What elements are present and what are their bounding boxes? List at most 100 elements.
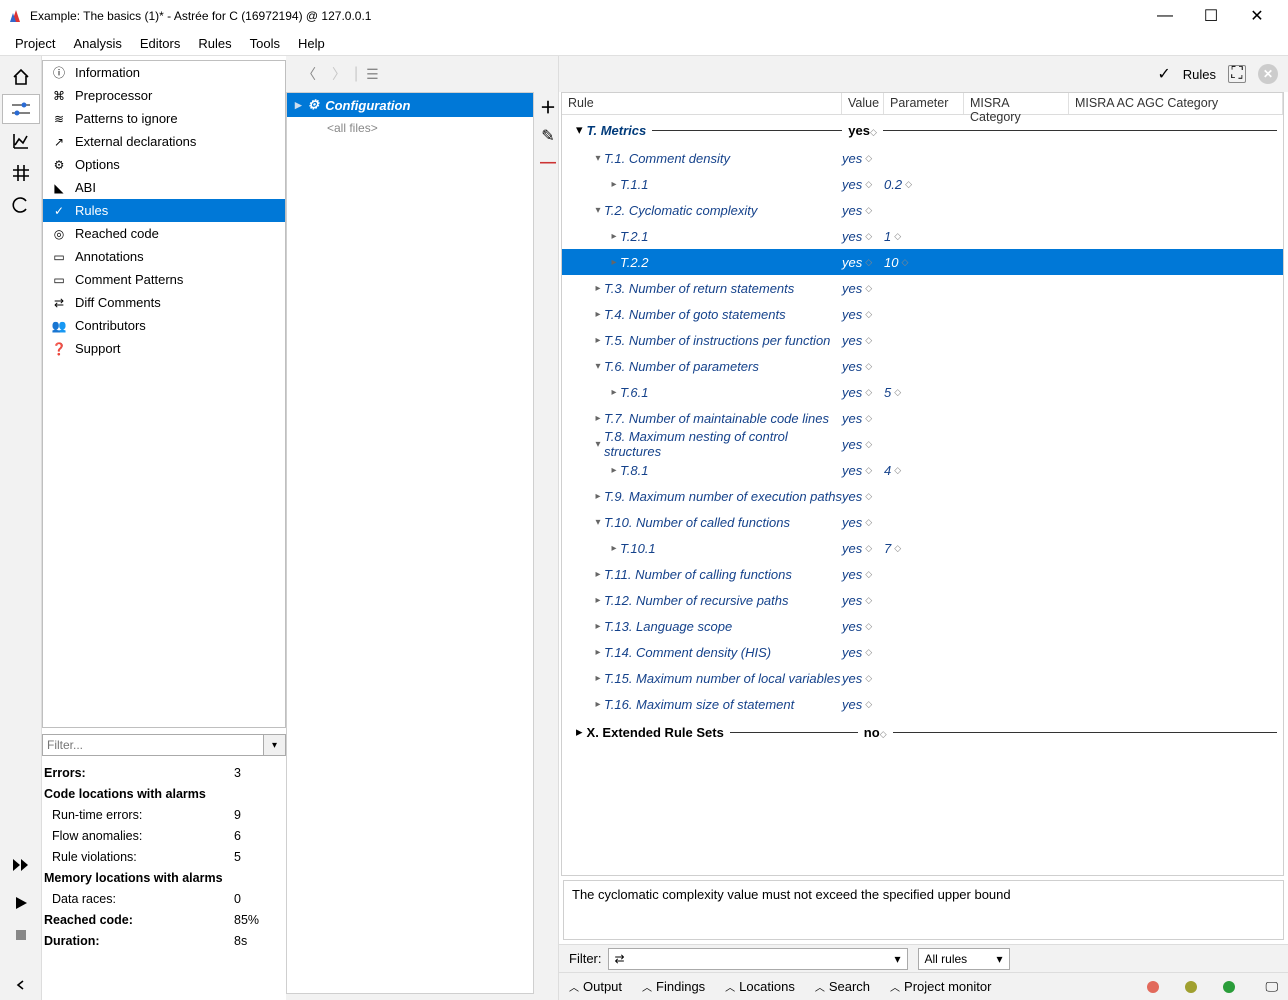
rule-row[interactable]: ▸T.3. Number of return statementsyes◇ (562, 275, 1283, 301)
rule-row[interactable]: ▸T.11. Number of calling functionsyes◇ (562, 561, 1283, 587)
play-icon[interactable] (2, 888, 40, 918)
add-icon[interactable]: ＋ (540, 94, 556, 118)
forward-icon[interactable]: 〉 (324, 64, 354, 84)
col-parameter[interactable]: Parameter (884, 93, 964, 114)
gear-icon: ⚙ (308, 97, 320, 113)
config-files[interactable]: <all files> (287, 117, 533, 139)
check-icon: ✓ (1157, 64, 1170, 84)
menu-rules[interactable]: Rules (189, 34, 240, 53)
rule-row[interactable]: ▸T.5. Number of instructions per functio… (562, 327, 1283, 353)
home-icon[interactable] (2, 62, 40, 92)
close-panel-button[interactable]: ✕ (1258, 64, 1278, 84)
menu-analysis[interactable]: Analysis (64, 34, 130, 53)
monitor-icon[interactable]: 🖵 (1265, 979, 1278, 995)
panel-locations[interactable]: ︿Locations (725, 979, 795, 994)
nav-icon: ◎ (51, 227, 67, 241)
stop-icon[interactable] (2, 920, 40, 950)
nav-rules[interactable]: ✓Rules (43, 199, 285, 222)
stat-rc-label: Reached code: (44, 913, 234, 927)
fast-forward-icon[interactable] (2, 850, 40, 880)
nav-external-declarations[interactable]: ↗External declarations (43, 130, 285, 153)
nav-reached-code[interactable]: ◎Reached code (43, 222, 285, 245)
edit-icon[interactable]: ✎ (541, 126, 554, 146)
nav-filter-input[interactable] (42, 734, 264, 756)
close-window-button[interactable]: ✕ (1234, 0, 1280, 32)
nav-options[interactable]: ⚙Options (43, 153, 285, 176)
rule-row[interactable]: ▸T.13. Language scopeyes◇ (562, 613, 1283, 639)
rule-row[interactable]: ▸T.2.1yes◇1◇ (562, 223, 1283, 249)
rule-row[interactable]: ▾T.6. Number of parametersyes◇ (562, 353, 1283, 379)
indent-icon[interactable]: ☰ (358, 66, 387, 83)
panel-findings[interactable]: ︿Findings (642, 979, 705, 994)
app-logo-icon (8, 8, 24, 24)
category-metrics[interactable]: ▾ T. Metrics yes◇ (562, 115, 1283, 145)
col-rule[interactable]: Rule (562, 93, 842, 114)
category-extended[interactable]: ▸ X. Extended Rule Sets no◇ (562, 717, 1283, 747)
nav-abi[interactable]: ◣ABI (43, 176, 285, 199)
chart-icon[interactable] (2, 126, 40, 156)
rule-row[interactable]: ▸T.1.1yes◇0.2◇ (562, 171, 1283, 197)
menu-tools[interactable]: Tools (241, 34, 289, 53)
stat-fa-label: Flow anomalies: (44, 829, 234, 843)
rule-row[interactable]: ▸T.9. Maximum number of execution pathsy… (562, 483, 1283, 509)
rule-row[interactable]: ▸T.6.1yes◇5◇ (562, 379, 1283, 405)
col-misra-ac[interactable]: MISRA AC AGC Category (1069, 93, 1283, 114)
nav-annotations[interactable]: ▭Annotations (43, 245, 285, 268)
menu-editors[interactable]: Editors (131, 34, 189, 53)
nav-diff-comments[interactable]: ⇄Diff Comments (43, 291, 285, 314)
nav-preprocessor[interactable]: ⌘Preprocessor (43, 84, 285, 107)
col-misra[interactable]: MISRA Category (964, 93, 1069, 114)
menu-help[interactable]: Help (289, 34, 334, 53)
stat-fa: 6 (234, 829, 284, 843)
nav-icon: ⌘ (51, 89, 67, 103)
allrules-combo[interactable]: All rules▾ (918, 948, 1010, 970)
grid-icon[interactable] (2, 158, 40, 188)
rule-row[interactable]: ▾T.10. Number of called functionsyes◇ (562, 509, 1283, 535)
nav-patterns-to-ignore[interactable]: ≋Patterns to ignore (43, 107, 285, 130)
nav-panel: ⓘInformation⌘Preprocessor≋Patterns to ig… (42, 56, 286, 1000)
filter-bar: Filter: ⇄▾ All rules▾ (559, 944, 1288, 972)
rule-row[interactable]: ▸T.7. Number of maintainable code linesy… (562, 405, 1283, 431)
rule-row[interactable]: ▸T.12. Number of recursive pathsyes◇ (562, 587, 1283, 613)
panel-pm[interactable]: ︿Project monitor (890, 979, 991, 994)
nav-comment-patterns[interactable]: ▭Comment Patterns (43, 268, 285, 291)
nav-icon: ◣ (51, 181, 67, 195)
rule-row[interactable]: ▸T.10.1yes◇7◇ (562, 535, 1283, 561)
col-value[interactable]: Value (842, 93, 884, 114)
config-header[interactable]: ▸ ⚙ Configuration (287, 93, 533, 117)
rule-row[interactable]: ▾T.8. Maximum nesting of control structu… (562, 431, 1283, 457)
nav-list: ⓘInformation⌘Preprocessor≋Patterns to ig… (42, 60, 286, 728)
nav-information[interactable]: ⓘInformation (43, 61, 285, 84)
fullscreen-icon[interactable]: ⛶ (1228, 65, 1246, 83)
filter-combo[interactable]: ⇄▾ (608, 948, 908, 970)
status-dot-yellow (1185, 981, 1197, 993)
menu-project[interactable]: Project (6, 34, 64, 53)
maximize-button[interactable]: ☐ (1188, 0, 1234, 32)
rule-row[interactable]: ▸T.14. Comment density (HIS)yes◇ (562, 639, 1283, 665)
collapse-icon[interactable] (2, 970, 40, 1000)
rule-row[interactable]: ▾T.1. Comment densityyes◇ (562, 145, 1283, 171)
nav-support[interactable]: ❓Support (43, 337, 285, 360)
panel-search[interactable]: ︿Search (815, 979, 870, 994)
nav-filter: ▾ (42, 734, 286, 756)
rule-row[interactable]: ▸T.4. Number of goto statementsyes◇ (562, 301, 1283, 327)
rule-row[interactable]: ▸T.16. Maximum size of statementyes◇ (562, 691, 1283, 717)
rule-row[interactable]: ▸T.15. Maximum number of local variables… (562, 665, 1283, 691)
stat-rc: 85% (234, 913, 284, 927)
nav-contributors[interactable]: 👥Contributors (43, 314, 285, 337)
minimize-button[interactable]: ― (1142, 0, 1188, 32)
rule-row[interactable]: ▸T.2.2yes◇10◇ (562, 249, 1283, 275)
config-title: Configuration (325, 98, 410, 113)
back-icon[interactable]: 〈 (294, 64, 324, 84)
nav-filter-dropdown[interactable]: ▾ (264, 734, 286, 756)
nav-icon: 👥 (51, 319, 67, 333)
rule-row[interactable]: ▸T.8.1yes◇4◇ (562, 457, 1283, 483)
rule-row[interactable]: ▾T.2. Cyclomatic complexityyes◇ (562, 197, 1283, 223)
sliders-icon[interactable] (2, 94, 40, 124)
main-toolbar: ✓ Rules ⛶ ✕ (559, 56, 1288, 92)
nav-icon: ↗ (51, 135, 67, 149)
remove-icon[interactable]: ― (540, 154, 556, 172)
c-icon[interactable] (2, 190, 40, 220)
panel-output[interactable]: ︿Output (569, 979, 622, 994)
table-header: Rule Value Parameter MISRA Category MISR… (562, 93, 1283, 115)
